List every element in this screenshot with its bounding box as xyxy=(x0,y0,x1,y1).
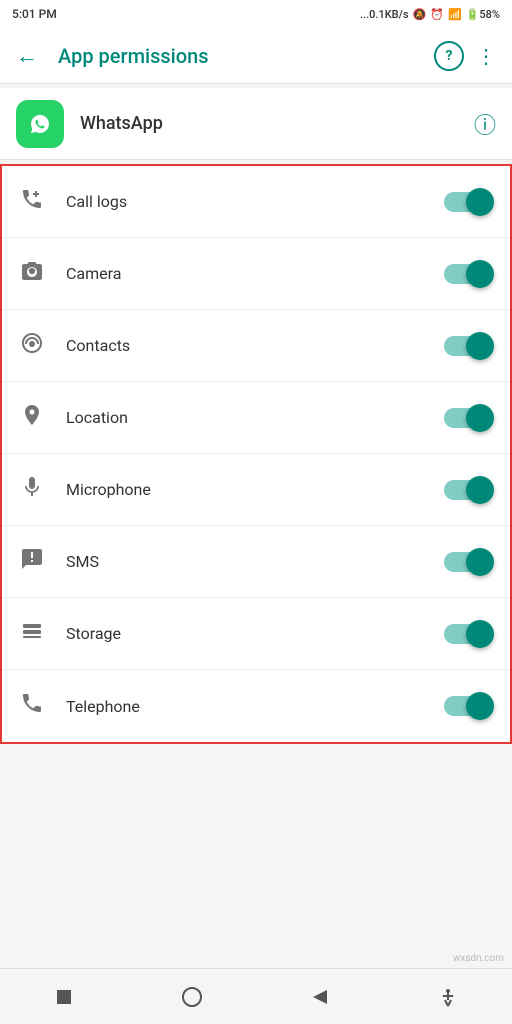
watermark: wxsdn.com xyxy=(453,953,504,964)
permission-label-storage: Storage xyxy=(66,624,424,643)
status-time: 5:01 PM xyxy=(12,7,57,21)
more-options-icon[interactable]: ⋮ xyxy=(468,36,504,76)
location-icon xyxy=(18,403,46,433)
permission-label-microphone: Microphone xyxy=(66,480,424,499)
back-button[interactable]: ← xyxy=(8,35,46,77)
permission-label-camera: Camera xyxy=(66,264,424,283)
page-title: App permissions xyxy=(58,44,422,68)
toggle-microphone[interactable] xyxy=(444,476,494,504)
permission-item-location: Location xyxy=(2,382,510,454)
permission-label-telephone: Telephone xyxy=(66,697,424,716)
app-icon xyxy=(16,100,64,148)
permission-label-contacts: Contacts xyxy=(66,336,424,355)
toggle-telephone[interactable] xyxy=(444,692,494,720)
storage-icon xyxy=(18,619,46,649)
permission-item-camera: Camera xyxy=(2,238,510,310)
toggle-camera[interactable] xyxy=(444,260,494,288)
app-name: WhatsApp xyxy=(80,113,458,134)
phone-log-icon xyxy=(18,187,46,217)
toggle-sms[interactable] xyxy=(444,548,494,576)
toggle-thumb xyxy=(466,476,494,504)
permission-item-call-logs: Call logs xyxy=(2,166,510,238)
permission-item-contacts: Contacts xyxy=(2,310,510,382)
nav-back-icon[interactable] xyxy=(301,978,339,1016)
toggle-contacts[interactable] xyxy=(444,332,494,360)
camera-icon xyxy=(18,259,46,289)
nav-home-icon[interactable] xyxy=(173,978,211,1016)
toggle-thumb xyxy=(466,332,494,360)
status-bar: 5:01 PM ...0.1KB/s 🔕 ⏰ 📶 🔋58% xyxy=(0,0,512,28)
bottom-nav xyxy=(0,968,512,1024)
permission-item-sms: SMS xyxy=(2,526,510,598)
status-icons: ...0.1KB/s 🔕 ⏰ 📶 🔋58% xyxy=(360,8,500,21)
nav-accessibility-icon[interactable] xyxy=(429,978,467,1016)
sms-icon xyxy=(18,547,46,577)
telephone-icon xyxy=(18,691,46,721)
toggle-location[interactable] xyxy=(444,404,494,432)
contacts-icon xyxy=(18,331,46,361)
toggle-call-logs[interactable] xyxy=(444,188,494,216)
top-bar: ← App permissions ? ⋮ xyxy=(0,28,512,84)
whatsapp-logo xyxy=(25,109,55,139)
microphone-icon xyxy=(18,475,46,505)
toggle-thumb xyxy=(466,188,494,216)
top-bar-actions: ? ⋮ xyxy=(434,36,504,76)
toggle-thumb xyxy=(466,620,494,648)
toggle-thumb xyxy=(466,548,494,576)
permission-item-storage: Storage xyxy=(2,598,510,670)
toggle-thumb xyxy=(466,692,494,720)
permission-label-location: Location xyxy=(66,408,424,427)
permissions-list: Call logs Camera Contacts Location Micro… xyxy=(0,164,512,744)
help-icon[interactable]: ? xyxy=(434,41,464,71)
permission-label-call-logs: Call logs xyxy=(66,192,424,211)
permission-item-telephone: Telephone xyxy=(2,670,510,742)
toggle-thumb xyxy=(466,404,494,432)
app-info-icon[interactable]: ⓘ xyxy=(474,108,496,140)
nav-recents-icon[interactable] xyxy=(45,978,83,1016)
permission-label-sms: SMS xyxy=(66,552,424,571)
toggle-thumb xyxy=(466,260,494,288)
permission-item-microphone: Microphone xyxy=(2,454,510,526)
app-header: WhatsApp ⓘ xyxy=(0,88,512,160)
toggle-storage[interactable] xyxy=(444,620,494,648)
